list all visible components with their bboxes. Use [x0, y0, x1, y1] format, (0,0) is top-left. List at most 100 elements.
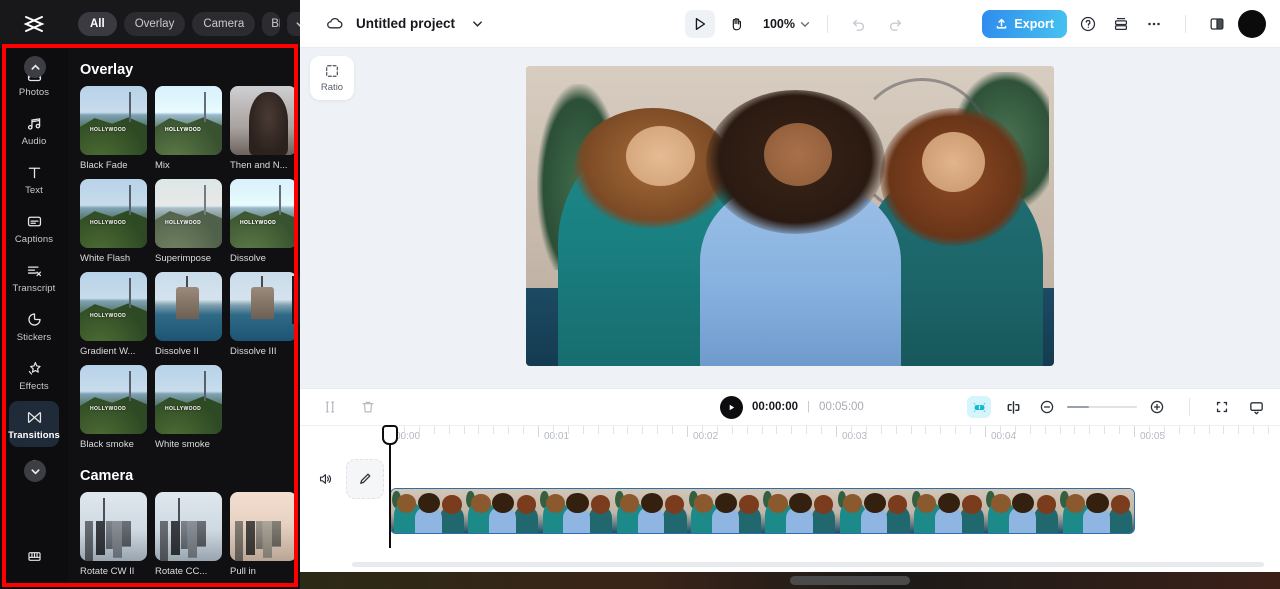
video-preview[interactable] — [526, 66, 1054, 366]
pencil-icon — [360, 473, 371, 484]
transition-item[interactable]: HOLLYWOOD White smoke — [155, 365, 222, 450]
sidebar-item-effects[interactable]: Effects — [9, 352, 59, 398]
delete-button[interactable] — [356, 395, 380, 419]
timeline-ruler[interactable]: 00:00 00:01 00:02 00:03 00:04 00:05 — [300, 425, 1280, 447]
ruler-tick-minor — [627, 426, 629, 434]
keyboard-icon — [24, 546, 44, 566]
ruler-tick-minor — [880, 426, 882, 434]
ruler-tick-minor — [999, 426, 1001, 434]
transition-item[interactable]: Then and N... — [230, 86, 297, 171]
tool-rail: Photos Audio Text Captions Transcript St… — [8, 48, 60, 589]
sidebar-item-transitions[interactable]: Transitions — [8, 401, 60, 447]
ruler-tick-major — [836, 426, 837, 437]
preview-mode-button[interactable] — [1244, 395, 1268, 419]
transcript-scissors-icon — [24, 260, 44, 280]
section-title-camera: Camera — [80, 468, 134, 484]
sticker-icon — [24, 309, 44, 329]
timeline-horizontal-scrollbar[interactable] — [352, 562, 1264, 567]
top-toolbar: Untitled project 100% Export — [300, 0, 1280, 48]
ruler-tick-minor — [657, 426, 659, 434]
transition-label: Superimpose — [155, 253, 211, 264]
ruler-tick-major — [1134, 426, 1135, 437]
ruler-tick-minor — [1268, 426, 1270, 434]
split-icon — [325, 401, 335, 413]
play-button[interactable] — [720, 395, 743, 419]
edit-track-button[interactable] — [345, 459, 384, 499]
clip-frame — [836, 489, 912, 533]
sidebar-item-captions[interactable]: Captions — [9, 205, 59, 251]
transition-item[interactable]: Dissolve II — [155, 272, 222, 357]
transition-item[interactable]: HOLLYWOOD Mix — [155, 86, 222, 171]
ruler-tick-minor — [612, 426, 614, 434]
app-logo[interactable] — [0, 0, 68, 48]
chevron-down-icon — [30, 468, 40, 475]
transition-thumbnail — [155, 272, 222, 341]
ruler-tick-minor — [582, 426, 584, 434]
split-button[interactable] — [318, 395, 342, 419]
split-panel-icon — [1210, 17, 1224, 30]
filter-chip-overlay[interactable]: Overlay — [123, 12, 186, 36]
auto-cut-button[interactable] — [967, 396, 991, 418]
sidebar-item-label: Photos — [18, 87, 50, 98]
transition-item[interactable]: HOLLYWOOD Black smoke — [80, 365, 147, 450]
playhead-handle[interactable] — [382, 425, 398, 445]
transitions-icon — [24, 407, 44, 427]
ruler-label: 00:04 — [991, 431, 1017, 442]
sidebar-item-filters[interactable] — [9, 450, 59, 485]
sidebar-item-transcript[interactable]: Transcript — [9, 254, 59, 300]
sidebar-item-text[interactable]: Text — [9, 156, 59, 202]
zoom-in-button[interactable] — [1145, 395, 1169, 419]
volume-button[interactable] — [314, 467, 337, 491]
filter-chip-camera[interactable]: Camera — [192, 12, 256, 36]
transition-item[interactable]: HOLLYWOOD Gradient W... — [80, 272, 147, 357]
zoom-level-control[interactable]: 100% — [763, 17, 811, 31]
split-clip-button[interactable] — [1001, 395, 1025, 419]
project-dropdown-button[interactable] — [465, 12, 489, 36]
help-button[interactable] — [1076, 12, 1100, 36]
user-avatar[interactable] — [1238, 9, 1266, 38]
transition-item[interactable]: Rotate CC... — [155, 492, 222, 577]
video-clip[interactable] — [390, 488, 1135, 534]
clip-frame — [539, 489, 614, 533]
ruler-tick-minor — [1089, 426, 1091, 434]
sidebar-item-stickers[interactable]: Stickers — [9, 303, 59, 349]
export-button[interactable]: Export — [982, 9, 1067, 38]
filter-chips-expand-button[interactable] — [287, 12, 300, 36]
clip-edit-tools — [300, 395, 380, 419]
layers-button[interactable] — [1109, 12, 1133, 36]
upload-icon — [997, 18, 1007, 29]
zoom-out-button[interactable] — [1035, 395, 1059, 419]
transition-item[interactable]: Dissolve III — [230, 272, 297, 357]
project-name[interactable]: Untitled project — [356, 16, 455, 31]
more-options-button[interactable] — [1142, 12, 1166, 36]
cloud-sync-icon[interactable] — [322, 12, 346, 36]
select-tool-button[interactable] — [685, 9, 715, 38]
transition-item[interactable]: HOLLYWOOD Dissolve — [230, 179, 297, 264]
panel-toggle-button[interactable] — [1205, 12, 1229, 36]
ratio-button[interactable]: Ratio — [310, 56, 354, 100]
timeline-zoom-slider[interactable] — [1067, 406, 1137, 408]
fit-to-screen-button[interactable] — [1210, 395, 1234, 419]
redo-button[interactable] — [880, 10, 910, 38]
sidebar-item-photos[interactable]: Photos — [9, 56, 59, 104]
transition-item[interactable]: HOLLYWOOD White Flash — [80, 179, 147, 264]
clip-frame — [465, 489, 540, 533]
transition-item[interactable]: HOLLYWOOD Black Fade — [80, 86, 147, 171]
filter-chip-all[interactable]: All — [78, 12, 117, 36]
transition-thumbnail: HOLLYWOOD — [80, 272, 147, 341]
transition-label: Dissolve II — [155, 346, 199, 357]
transition-item[interactable]: Rotate CW II — [80, 492, 147, 577]
project-info: Untitled project — [300, 12, 489, 36]
clip-frame — [762, 489, 837, 533]
undo-button[interactable] — [844, 10, 874, 38]
transition-label: Then and N... — [230, 160, 288, 171]
sidebar-expand-button[interactable] — [24, 460, 46, 482]
transition-item[interactable]: HOLLYWOOD Superimpose — [155, 179, 222, 264]
transition-thumbnail: HOLLYWOOD — [80, 86, 147, 155]
sidebar-item-keyboard-shortcuts[interactable] — [9, 540, 59, 575]
filter-chip-blur[interactable]: Blu — [262, 12, 281, 36]
transition-item[interactable]: Pull in — [230, 492, 297, 577]
hand-tool-button[interactable] — [721, 10, 751, 38]
sidebar-item-audio[interactable]: Audio — [9, 107, 59, 153]
photos-collapse-button[interactable] — [24, 56, 46, 78]
